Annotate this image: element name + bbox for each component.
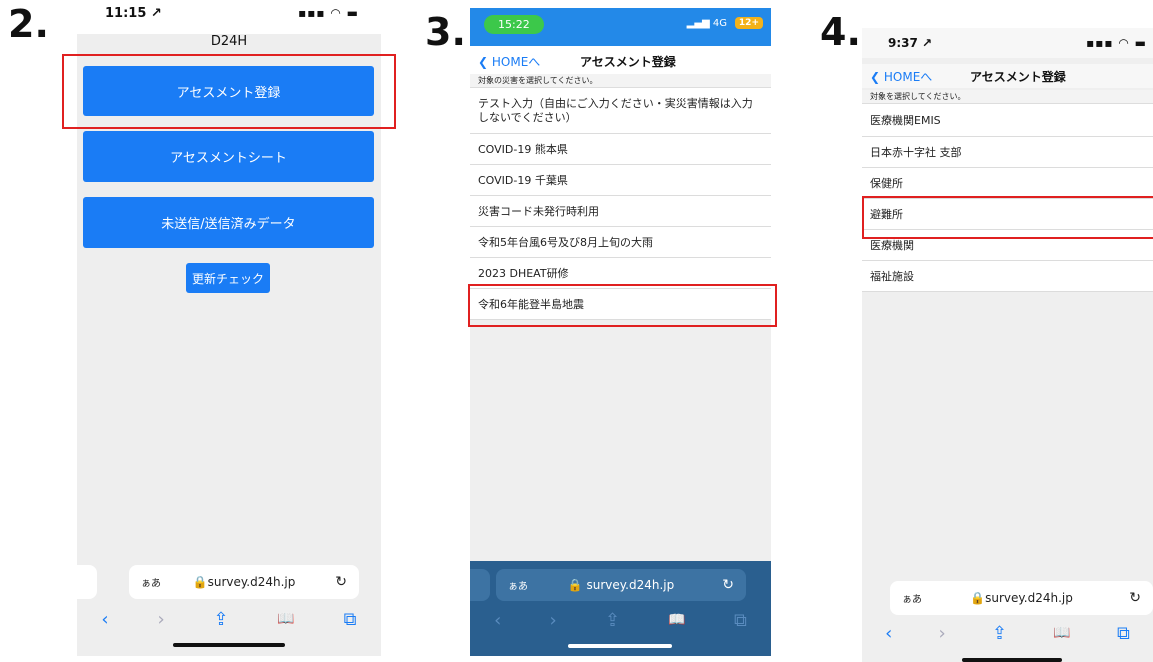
forward-arrow-icon[interactable]: › [550,610,557,631]
status-time: 11:15 ↗ [105,6,162,21]
tabs-icon[interactable]: ⧉ [344,609,357,630]
target-list: 医療機関EMIS 日本赤十字社 支部 保健所 避難所 医療機関 福祉施設 [862,104,1153,292]
url-text: 🔒survey.d24h.jp [970,591,1073,605]
back-arrow-icon[interactable]: ‹ [885,623,892,644]
url-text: 🔒 survey.d24h.jp [567,578,675,592]
list-item[interactable]: 災害コード未発行時利用 [470,196,771,227]
tabs-icon[interactable]: ⧉ [1117,623,1130,644]
share-icon[interactable]: ⇪ [213,609,228,630]
home-back-button[interactable]: ❮ HOMEへ [478,53,540,70]
status-time: 15:22 [484,15,544,34]
browser-toolbar: ‹ › ⇪ 📖 ⧉ [470,605,771,635]
bookmarks-icon[interactable]: 📖 [277,611,294,627]
share-icon[interactable]: ⇪ [992,623,1007,644]
home-indicator [173,643,285,647]
address-bar[interactable]: ぁあ 🔒survey.d24h.jp ↻ [890,581,1153,615]
list-item[interactable]: 令和5年台風6号及び8月上旬の大雨 [470,227,771,258]
bookmarks-icon[interactable]: 📖 [1053,625,1070,641]
status-icons: ▪▪▪ ◠ ▬ [1086,36,1147,50]
tabs-icon[interactable]: ⧉ [734,610,747,631]
list-item[interactable]: COVID-19 熊本県 [470,134,771,165]
battery-badge: 12+ [734,17,763,29]
status-bar: 11:15 ↗ ▪▪▪ ◠ ▬ [77,0,381,34]
list-item[interactable]: 令和6年能登半島地震 [470,289,771,320]
reload-icon[interactable]: ↻ [1129,590,1141,606]
bookmarks-icon[interactable]: 📖 [668,612,685,628]
status-bar: 15:22 ▂▄▆ 4G 12+ [470,8,771,46]
disaster-list: テスト入力（自由にご入力ください・実災害情報は入力しないでください） COVID… [470,88,771,320]
step-2-label: 2. [8,2,49,46]
list-item[interactable]: テスト入力（自由にご入力ください・実災害情報は入力しないでください） [470,88,771,134]
list-item[interactable]: 2023 DHEAT研修 [470,258,771,289]
forward-arrow-icon[interactable]: › [157,609,164,630]
nav-title: アセスメント登録 [970,70,1066,84]
reload-icon[interactable]: ↻ [722,577,734,593]
phone-screen-2: 11:15 ↗ ▪▪▪ ◠ ▬ D24H アセスメント登録 アセスメントシート … [77,0,381,656]
assessment-register-button[interactable]: アセスメント登録 [83,66,374,116]
home-indicator [962,658,1062,662]
back-arrow-icon[interactable]: ‹ [494,610,501,631]
status-icons: ▂▄▆ 4G [686,18,727,29]
instruction-text: 対象の災害を選択してください。 [470,74,771,88]
left-tab-stub [470,569,490,601]
nav-title: アセスメント登録 [580,55,676,69]
status-icons: ▪▪▪ ◠ ▬ [298,6,359,20]
forward-arrow-icon[interactable]: › [939,623,946,644]
address-bar[interactable]: ぁあ 🔒 survey.d24h.jp ↻ [496,569,746,601]
address-bar[interactable]: ぁあ 🔒survey.d24h.jp ↻ [129,565,359,599]
list-item[interactable]: COVID-19 千葉県 [470,165,771,196]
browser-toolbar: ‹ › ⇪ 📖 ⧉ [77,603,381,635]
list-item[interactable]: 医療機関EMIS [862,104,1153,137]
back-arrow-icon[interactable]: ‹ [101,609,108,630]
status-bar: 9:37 ↗ ▪▪▪ ◠ ▬ [862,28,1153,58]
nav-bar: ❮ HOMEへ アセスメント登録 [470,46,771,74]
reload-icon[interactable]: ↻ [335,574,347,590]
list-item[interactable]: 医療機関 [862,230,1153,261]
phone-screen-4: 9:37 ↗ ▪▪▪ ◠ ▬ ❮ HOMEへ アセスメント登録 対象を選択してく… [862,28,1153,662]
update-check-button[interactable]: 更新チェック [186,263,270,293]
list-item[interactable]: 避難所 [862,199,1153,230]
phone-screen-3: 15:22 ▂▄▆ 4G 12+ ❮ HOMEへ アセスメント登録 対象の災害を… [470,8,771,656]
list-item[interactable]: 保健所 [862,168,1153,199]
home-indicator [568,644,672,648]
status-time: 9:37 ↗ [888,36,933,50]
browser-toolbar: ‹ › ⇪ 📖 ⧉ [862,618,1153,648]
nav-bar: ❮ HOMEへ アセスメント登録 [862,64,1153,88]
left-tab-stub [77,565,97,599]
url-text: 🔒survey.d24h.jp [192,575,296,589]
share-icon[interactable]: ⇪ [605,610,620,631]
list-item[interactable]: 福祉施設 [862,261,1153,292]
page-title: D24H [210,34,248,49]
instruction-text: 対象を選択してください。 [862,90,1153,104]
step-4-label: 4. [820,10,861,54]
list-item[interactable]: 日本赤十字社 支部 [862,137,1153,168]
assessment-sheet-button[interactable]: アセスメントシート [83,131,374,182]
step-3-label: 3. [425,10,466,54]
home-back-button[interactable]: ❮ HOMEへ [870,68,932,85]
unsent-sent-data-button[interactable]: 未送信/送信済みデータ [83,197,374,248]
